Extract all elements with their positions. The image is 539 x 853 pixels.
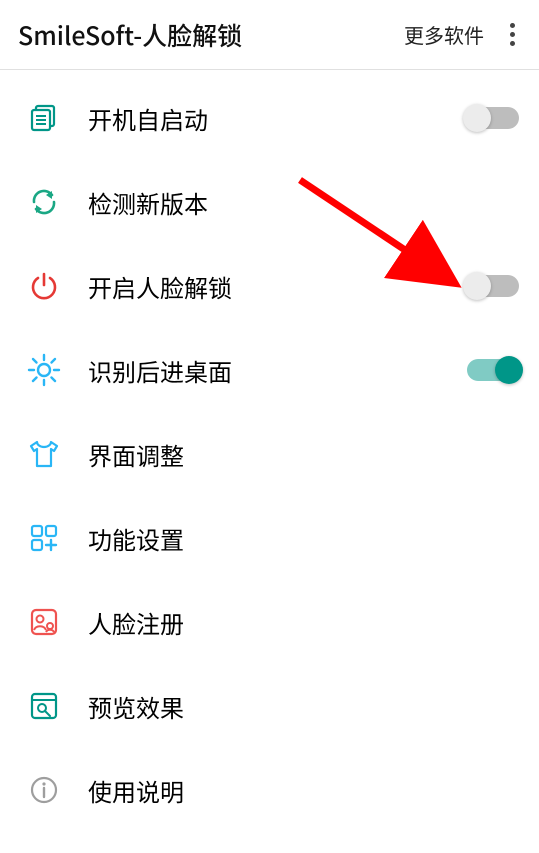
row-label: 检测新版本 (66, 185, 519, 220)
row-label: 功能设置 (66, 521, 519, 556)
copy-icon (22, 102, 66, 134)
toggle-autostart[interactable] (467, 107, 519, 129)
toggle-after-rec[interactable] (467, 359, 519, 381)
row-label: 识别后进桌面 (66, 353, 467, 388)
row-label: 使用说明 (66, 773, 519, 808)
row-autostart[interactable]: 开机自启动 (0, 76, 539, 160)
settings-list: 开机自启动 检测新版本 开启人脸解锁 (0, 70, 539, 832)
preview-icon (22, 690, 66, 722)
toolbar: SmileSoft-人脸解锁 更多软件 (0, 0, 539, 70)
row-after-rec[interactable]: 识别后进桌面 (0, 328, 539, 412)
refresh-icon (22, 186, 66, 218)
row-label: 开机自启动 (66, 101, 467, 136)
row-label: 界面调整 (66, 437, 519, 472)
row-instructions[interactable]: 使用说明 (0, 748, 539, 832)
toolbar-actions: 更多软件 (404, 15, 523, 54)
row-face-register[interactable]: 人脸注册 (0, 580, 539, 664)
row-label: 开启人脸解锁 (66, 269, 467, 304)
row-func-settings[interactable]: 功能设置 (0, 496, 539, 580)
row-update[interactable]: 检测新版本 (0, 160, 539, 244)
row-label: 预览效果 (66, 689, 519, 724)
tshirt-icon (22, 437, 66, 471)
grid-add-icon (22, 522, 66, 554)
face-register-icon (22, 606, 66, 638)
sun-icon (22, 353, 66, 387)
power-icon (22, 270, 66, 302)
row-enable-face[interactable]: 开启人脸解锁 (0, 244, 539, 328)
row-ui-adjust[interactable]: 界面调整 (0, 412, 539, 496)
row-label: 人脸注册 (66, 605, 519, 640)
info-icon (22, 774, 66, 806)
app-title: SmileSoft-人脸解锁 (18, 17, 242, 53)
toggle-enable-face[interactable] (467, 275, 519, 297)
more-software-button[interactable]: 更多软件 (404, 20, 484, 49)
overflow-menu-icon[interactable] (502, 15, 523, 54)
row-preview[interactable]: 预览效果 (0, 664, 539, 748)
